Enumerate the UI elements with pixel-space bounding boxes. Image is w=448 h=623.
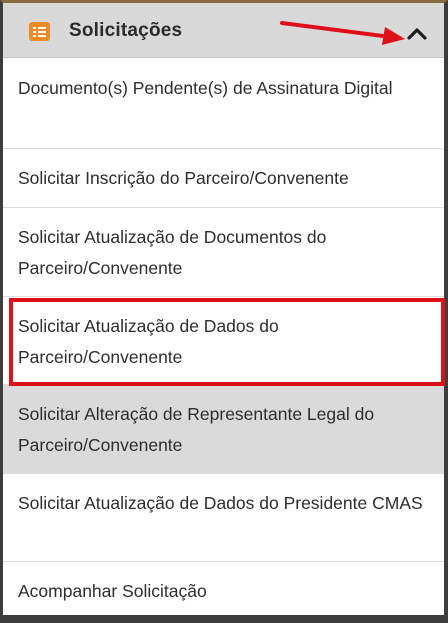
list-icon bbox=[29, 22, 50, 41]
menu-item-alteracao-representante[interactable]: Solicitar Alteração de Representante Leg… bbox=[3, 385, 444, 474]
menu-item-label: Solicitar Alteração de Representante Leg… bbox=[18, 404, 375, 455]
menu-item-solicitar-inscricao[interactable]: Solicitar Inscrição do Parceiro/Convenen… bbox=[3, 149, 444, 208]
section-title: Solicitações bbox=[69, 20, 183, 41]
menu-item-atualizacao-documentos[interactable]: Solicitar Atualização de Documentos do P… bbox=[3, 208, 444, 297]
menu-item-label: Documento(s) Pendente(s) de Assinatura D… bbox=[18, 78, 393, 98]
menu-item-label: Solicitar Inscrição do Parceiro/Convenen… bbox=[18, 168, 349, 188]
annotation-arrow bbox=[280, 21, 405, 45]
menu-item-label: Solicitar Atualização de Documentos do P… bbox=[18, 227, 327, 278]
chevron-up-icon[interactable] bbox=[405, 23, 429, 43]
menu-item-atualizacao-presidente-cmas[interactable]: Solicitar Atualização de Dados do Presid… bbox=[3, 474, 444, 562]
menu-item-label: Acompanhar Solicitação bbox=[18, 581, 207, 601]
solicitacoes-header[interactable]: Solicitações bbox=[3, 3, 444, 58]
menu-item-documentos-pendentes[interactable]: Documento(s) Pendente(s) de Assinatura D… bbox=[3, 58, 444, 149]
solicitacoes-panel: Solicitações Documento(s) Pendente(s) de… bbox=[0, 0, 448, 623]
menu-item-acompanhar-solicitacao[interactable]: Acompanhar Solicitação bbox=[3, 562, 444, 615]
menu-item-label: Solicitar Atualização de Dados do Presid… bbox=[18, 493, 423, 513]
annotation-highlight-box bbox=[9, 298, 445, 386]
